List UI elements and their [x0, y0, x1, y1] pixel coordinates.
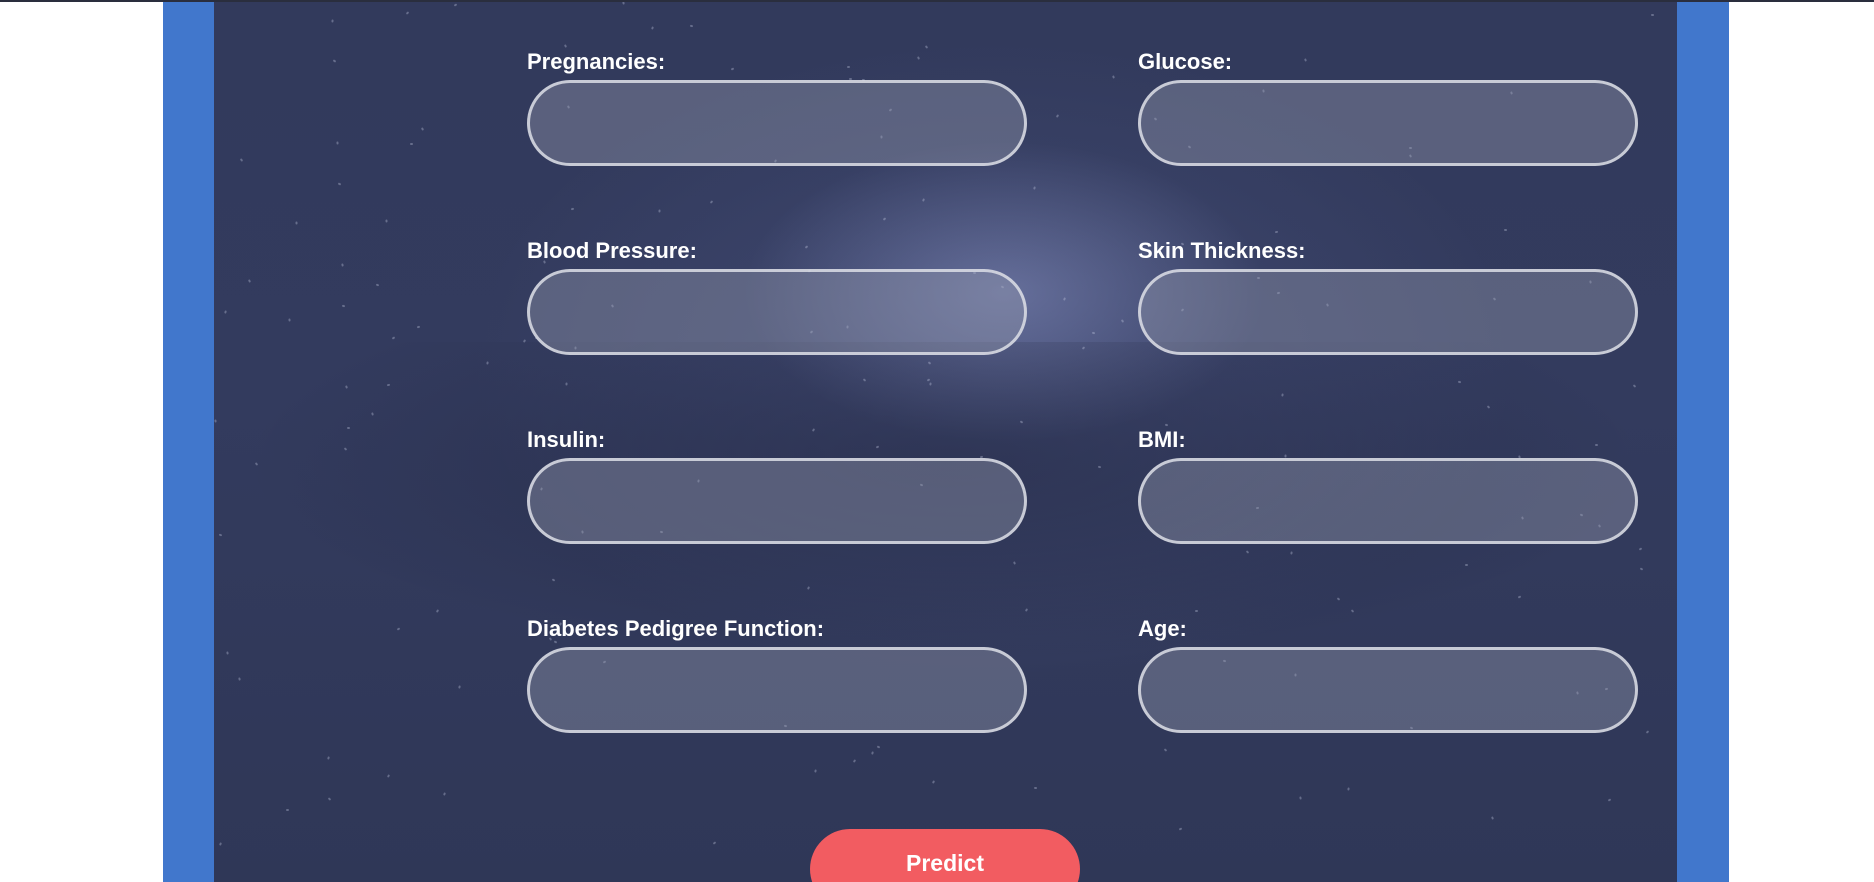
confetti-speck: [622, 2, 625, 5]
confetti-speck: [565, 382, 568, 386]
confetti-speck: [1299, 796, 1302, 800]
glucose-field: Glucose:: [1138, 49, 1638, 166]
confetti-speck: [224, 310, 227, 314]
confetti-speck: [405, 11, 410, 15]
confetti-speck: [651, 26, 654, 30]
confetti-speck: [420, 127, 425, 131]
age-field: Age:: [1138, 616, 1638, 733]
predict-button[interactable]: Predict: [810, 829, 1080, 882]
confetti-speck: [295, 221, 298, 225]
confetti-speck: [1457, 380, 1462, 384]
skin-thickness-field: Skin Thickness:: [1138, 238, 1638, 355]
confetti-speck: [247, 279, 252, 283]
confetti-speck: [238, 677, 241, 681]
confetti-speck: [214, 419, 217, 423]
confetti-speck: [331, 19, 334, 23]
confetti-speck: [1650, 13, 1655, 17]
confetti-speck: [658, 209, 661, 213]
diabetes-pedigree-input[interactable]: [527, 647, 1027, 733]
confetti-speck: [1164, 423, 1169, 427]
confetti-speck: [1033, 786, 1038, 790]
confetti-speck: [218, 533, 223, 537]
confetti-speck: [332, 59, 337, 63]
confetti-speck: [1464, 563, 1469, 567]
form-panel: Pregnancies: Glucose: Blood Pressure: Sk…: [214, 2, 1677, 882]
confetti-speck: [371, 412, 374, 416]
confetti-speck: [336, 141, 339, 145]
confetti-speck: [391, 336, 396, 340]
blood-pressure-field: Blood Pressure:: [527, 238, 1027, 355]
confetti-speck: [337, 182, 342, 186]
confetti-speck: [1112, 75, 1115, 79]
skin-thickness-input[interactable]: [1138, 269, 1638, 355]
confetti-speck: [570, 207, 575, 211]
confetti-speck: [1091, 331, 1096, 335]
confetti-speck: [689, 24, 694, 28]
confetti-speck: [226, 651, 229, 655]
confetti-speck: [1055, 114, 1060, 118]
insulin-label: Insulin:: [527, 427, 606, 452]
confetti-speck: [239, 158, 244, 162]
confetti-speck: [341, 263, 344, 267]
insulin-input[interactable]: [527, 458, 1027, 544]
diabetes-pedigree-label: Diabetes Pedigree Function:: [527, 616, 825, 641]
confetti-speck: [882, 217, 887, 221]
bmi-label: BMI:: [1138, 427, 1186, 452]
confetti-speck: [288, 318, 291, 322]
age-input[interactable]: [1138, 647, 1638, 733]
glucose-input[interactable]: [1138, 80, 1638, 166]
page-frame: Pregnancies: Glucose: Blood Pressure: Sk…: [163, 2, 1729, 882]
confetti-speck: [921, 198, 926, 202]
insulin-field: Insulin:: [527, 427, 1027, 544]
predict-button-label: Predict: [906, 850, 984, 876]
confetti-speck: [1062, 297, 1067, 301]
bmi-field: BMI:: [1138, 427, 1638, 544]
pregnancies-field: Pregnancies:: [527, 49, 1027, 166]
confetti-speck: [1194, 609, 1199, 613]
confetti-speck: [1120, 319, 1125, 323]
confetti-speck: [375, 283, 380, 287]
confetti-speck: [285, 808, 290, 812]
skin-thickness-label: Skin Thickness:: [1138, 238, 1306, 263]
confetti-speck: [709, 200, 714, 204]
confetti-speck: [385, 219, 388, 223]
diabetes-pedigree-field: Diabetes Pedigree Function:: [527, 616, 1027, 733]
confetti-speck: [346, 426, 351, 430]
pregnancies-input[interactable]: [527, 80, 1027, 166]
confetti-speck: [410, 143, 413, 145]
bmi-input[interactable]: [1138, 458, 1638, 544]
blood-pressure-label: Blood Pressure:: [527, 238, 697, 263]
confetti-speck: [416, 325, 421, 329]
confetti-speck: [1274, 230, 1279, 234]
confetti-speck: [1503, 228, 1508, 232]
glucose-label: Glucose:: [1138, 49, 1233, 74]
confetti-speck: [563, 44, 568, 48]
pregnancies-label: Pregnancies:: [527, 49, 666, 74]
blood-pressure-input[interactable]: [527, 269, 1027, 355]
background-image: [214, 342, 1677, 882]
age-label: Age:: [1138, 616, 1187, 641]
confetti-speck: [453, 3, 458, 7]
confetti-speck: [1033, 186, 1036, 190]
confetti-speck: [1097, 465, 1102, 469]
confetti-speck: [341, 304, 346, 308]
